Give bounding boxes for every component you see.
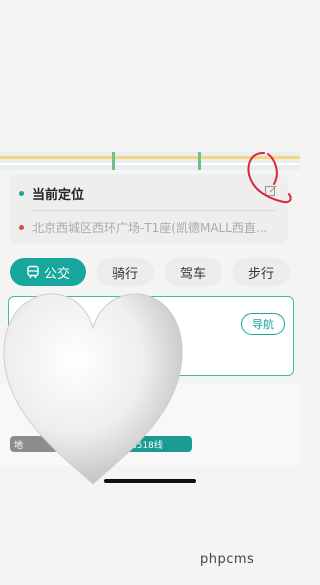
destination-row[interactable]: 北京西城区西环广场-T1座(凯德MALL西直... xyxy=(10,210,288,244)
origin-dot-icon xyxy=(19,190,24,196)
tab-walking[interactable]: 步行 xyxy=(232,258,290,286)
tab-driving[interactable]: 驾车 xyxy=(164,258,222,286)
tab-label: 步行 xyxy=(247,266,274,282)
map-road xyxy=(0,163,300,165)
destination-dot-icon xyxy=(19,224,24,230)
blank-top-area xyxy=(0,0,300,152)
tab-cycling[interactable]: 骑行 xyxy=(96,258,154,286)
tab-label: 公交 xyxy=(43,266,70,282)
tab-label: 驾车 xyxy=(179,266,206,282)
map-park xyxy=(198,152,201,170)
map-road xyxy=(0,156,300,159)
route-line-label: 线 xyxy=(67,313,77,324)
origin-label: 当前定位 xyxy=(32,187,85,203)
edit-icon[interactable] xyxy=(264,184,278,198)
tab-bus[interactable]: 公交 xyxy=(10,258,86,286)
navigate-label: 导航 xyxy=(252,318,274,331)
transport-mode-tabs: 公交 骑行 驾车 步行 xyxy=(0,258,300,290)
bus-line-tag-text: 线S518线 xyxy=(122,440,163,451)
watermark-text: phpcms xyxy=(200,552,255,567)
home-indicator xyxy=(104,479,196,483)
bus-icon xyxy=(27,265,39,278)
route-input-card: 当前定位 北京西城区西环广场-T1座(凯德MALL西直... xyxy=(10,174,288,244)
route-tag: 地 xyxy=(10,436,58,452)
map-park xyxy=(112,152,115,170)
bus-line-tag: 线S518线 xyxy=(118,436,192,452)
origin-row[interactable]: 当前定位 xyxy=(10,176,288,210)
route-result-card[interactable]: 线 导航 xyxy=(8,296,294,376)
navigate-button[interactable]: 导航 xyxy=(241,313,285,335)
map-view[interactable] xyxy=(0,152,300,170)
destination-label: 北京西城区西环广场-T1座(凯德MALL西直... xyxy=(32,220,268,235)
route-result-card-secondary[interactable]: 地 线S518线 xyxy=(0,384,300,466)
tab-label: 骑行 xyxy=(111,266,138,282)
route-tag-text: 地 xyxy=(14,440,24,451)
